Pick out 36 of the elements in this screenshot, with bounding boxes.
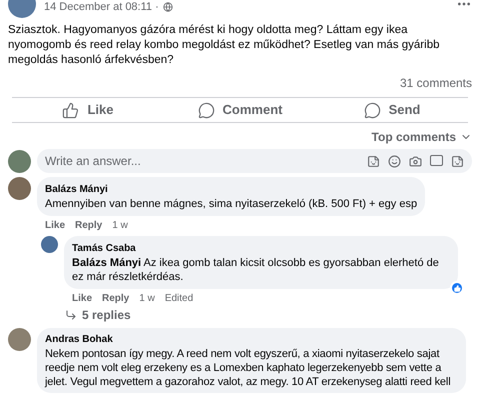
view-replies-link[interactable]: 5 replies	[65, 306, 131, 324]
sort-dropdown[interactable]: Top comments	[372, 128, 472, 146]
comment-count[interactable]: 31 comments	[400, 74, 472, 92]
reply-link[interactable]: Reply	[75, 218, 102, 233]
comment-author[interactable]: Balázs Mányi	[45, 182, 418, 197]
avatar[interactable]	[8, 177, 31, 200]
like-button[interactable]: Like	[12, 98, 164, 122]
comment-age[interactable]: 1 w	[112, 218, 128, 233]
avatar-sticker-icon[interactable]	[367, 154, 380, 168]
globe-icon	[162, 2, 173, 12]
sticker-icon[interactable]	[451, 154, 464, 168]
emoji-icon[interactable]	[388, 154, 401, 168]
avatar[interactable]	[8, 328, 31, 351]
comment-text: Amennyiben van benne mágnes, sima nyitaserzekeló (kB. 500 Ft) + egy esp	[45, 197, 418, 211]
like-link[interactable]: Like	[45, 218, 66, 233]
comment-input-field[interactable]: Write an answer...	[45, 152, 367, 170]
speech-bubble-icon	[198, 102, 215, 118]
post-timestamp[interactable]: 14 December at 08:11 ·	[44, 0, 159, 16]
comment-button[interactable]: Comment	[164, 98, 316, 122]
camera-icon[interactable]	[409, 154, 422, 168]
like-reaction-icon[interactable]	[450, 281, 464, 295]
edited-label: Edited	[164, 292, 194, 306]
avatar[interactable]	[41, 236, 58, 253]
comment-author[interactable]: Andras Bohak	[45, 332, 458, 347]
reply-arrow-icon	[65, 309, 77, 321]
thumbs-up-icon	[62, 102, 80, 118]
comment-text: Nekem pontosan így megy. A reed nem volt egyszerű, a xiaomi nyitaserzekelo sajat reedje nem volt eleg erzekeny es a Lomexben kaphato legerzekenyebb sem vette a jelet. Vegul megvettem a gazorahoz valot, az megy. 10 AT erzekenyseg alatti reed kell	[45, 347, 452, 389]
like-link[interactable]: Like	[72, 291, 92, 306]
comment-composer[interactable]: Write an answer...	[37, 149, 472, 173]
reply-text: Balázs Mányi Az ikea gomb talan kicsit olcsobb es gyorsabban elerhetó de ez már részletkérdéas.	[72, 256, 440, 284]
send-button[interactable]: Send	[316, 98, 468, 122]
reply-author[interactable]: Tamás Csaba	[72, 241, 450, 256]
comment-age[interactable]: 1 w	[139, 291, 155, 306]
post-text: Sziasztok. Hagyomanyos gázóra mérést ki hogy oldotta meg? Láttam egy ikea nyomogomb és reed relay kombo megoldást ez működhet? Esetleg van más gyáribb megoldás hasonló árfekvésben?	[8, 23, 440, 68]
reply-link[interactable]: Reply	[102, 291, 130, 306]
avatar[interactable]	[8, 150, 31, 172]
